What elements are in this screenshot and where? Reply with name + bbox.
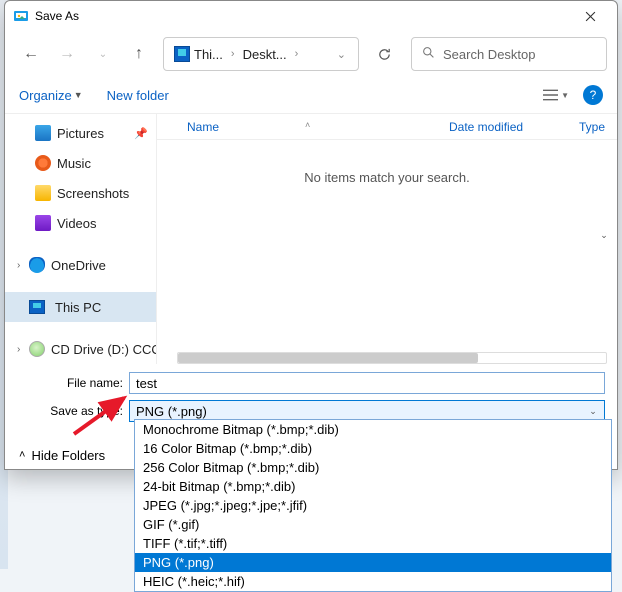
tree-item-cddrive[interactable]: ›CD Drive (D:) CCO <box>5 334 156 364</box>
tree-item-screenshots[interactable]: Screenshots <box>5 178 156 208</box>
disc-icon <box>29 341 45 357</box>
tree-item-videos[interactable]: Videos <box>5 208 156 238</box>
search-input[interactable]: Search Desktop <box>411 37 607 71</box>
breadcrumb[interactable]: Thi... › Deskt... › ⌄ <box>163 37 359 71</box>
breadcrumb-root[interactable]: Thi... <box>168 46 229 62</box>
monitor-icon <box>29 300 45 314</box>
list-view-icon <box>543 89 558 101</box>
chevron-up-icon: ˄ <box>19 449 25 461</box>
chevron-down-icon: ▼ <box>74 90 83 100</box>
file-list: Name˄ Date modified Type No items match … <box>157 114 617 364</box>
tree-item-pictures[interactable]: Pictures📌 <box>5 118 156 148</box>
filename-input[interactable]: test⌄ <box>129 372 605 394</box>
tree-item-thispc[interactable]: This PC <box>5 292 156 322</box>
view-options-button[interactable]: ▼ <box>539 85 573 105</box>
chevron-right-icon[interactable]: › <box>17 260 20 271</box>
refresh-button[interactable] <box>367 37 401 71</box>
recent-dropdown[interactable]: ⌄ <box>87 38 119 70</box>
column-headers: Name˄ Date modified Type <box>157 114 617 140</box>
filetype-option[interactable]: GIF (*.gif) <box>135 515 611 534</box>
window-title: Save As <box>35 9 79 23</box>
filetype-option[interactable]: 256 Color Bitmap (*.bmp;*.dib) <box>135 458 611 477</box>
chevron-right-icon: › <box>229 48 237 60</box>
filename-label: File name: <box>17 376 129 390</box>
horizontal-scrollbar[interactable] <box>177 352 607 364</box>
nav-row: ← → ⌄ ↑ Thi... › Deskt... › ⌄ Search Des… <box>5 31 617 77</box>
search-placeholder: Search Desktop <box>443 47 536 62</box>
filetype-option[interactable]: PNG (*.png) <box>135 553 611 572</box>
saveastype-label: Save as type: <box>17 404 129 418</box>
titlebar: Save As <box>5 1 617 31</box>
monitor-icon <box>174 46 190 62</box>
new-folder-button[interactable]: New folder <box>107 88 169 103</box>
search-icon <box>422 46 435 62</box>
tree-item-music[interactable]: Music <box>5 148 156 178</box>
music-icon <box>35 155 51 171</box>
chevron-down-icon[interactable]: ⌄ <box>335 48 348 61</box>
forward-button[interactable]: → <box>51 38 83 70</box>
nav-tree: Pictures📌 Music Screenshots Videos ›OneD… <box>5 114 157 364</box>
back-button[interactable]: ← <box>15 38 47 70</box>
sort-up-icon: ˄ <box>305 120 310 130</box>
breadcrumb-seg-1: Thi... <box>194 47 223 62</box>
pictures-icon <box>35 125 51 141</box>
folder-icon <box>35 185 51 201</box>
save-as-dialog: Save As ← → ⌄ ↑ Thi... › Deskt... › ⌄ Se… <box>4 0 618 470</box>
chevron-down-icon[interactable]: ⌄ <box>595 2 613 468</box>
onedrive-icon <box>29 257 45 273</box>
chevron-down-icon[interactable]: ⌄ <box>584 402 602 420</box>
filetype-option[interactable]: JPEG (*.jpg;*.jpeg;*.jpe;*.jfif) <box>135 496 611 515</box>
filetype-dropdown: Monochrome Bitmap (*.bmp;*.dib)16 Color … <box>134 419 612 592</box>
chevron-right-icon: › <box>293 48 301 60</box>
pin-icon: 📌 <box>134 127 148 140</box>
column-date[interactable]: Date modified <box>449 120 579 134</box>
column-name[interactable]: Name˄ <box>157 120 449 134</box>
app-icon <box>13 8 29 24</box>
filetype-option[interactable]: HEIC (*.heic;*.hif) <box>135 572 611 591</box>
tree-item-onedrive[interactable]: ›OneDrive <box>5 250 156 280</box>
organize-button[interactable]: Organize▼ <box>19 88 83 103</box>
chevron-right-icon[interactable]: › <box>17 344 20 355</box>
empty-message: No items match your search. <box>157 140 617 185</box>
chevron-down-icon: ▼ <box>561 91 569 100</box>
hide-folders-button[interactable]: ˄Hide Folders <box>19 448 105 463</box>
filetype-option[interactable]: 24-bit Bitmap (*.bmp;*.dib) <box>135 477 611 496</box>
videos-icon <box>35 215 51 231</box>
filetype-option[interactable]: 16 Color Bitmap (*.bmp;*.dib) <box>135 439 611 458</box>
filetype-option[interactable]: TIFF (*.tif;*.tiff) <box>135 534 611 553</box>
toolbar: Organize▼ New folder ▼ ? <box>5 77 617 114</box>
filetype-option[interactable]: Monochrome Bitmap (*.bmp;*.dib) <box>135 420 611 439</box>
up-button[interactable]: ↑ <box>123 38 155 70</box>
breadcrumb-seg-2[interactable]: Deskt... <box>237 47 293 62</box>
